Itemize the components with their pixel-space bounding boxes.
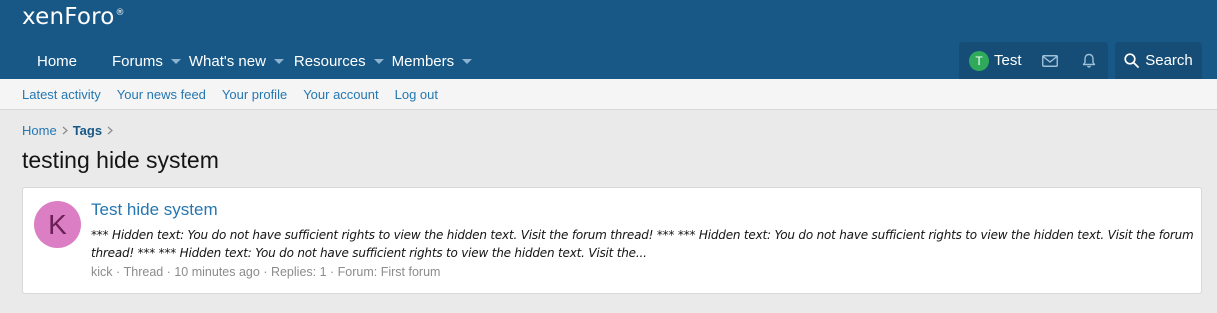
user-nav-group: T Test bbox=[959, 42, 1108, 79]
bell-icon bbox=[1082, 53, 1095, 68]
author-avatar[interactable]: K bbox=[34, 201, 81, 248]
subnav-log-out[interactable]: Log out bbox=[395, 87, 438, 102]
account-username: Test bbox=[994, 52, 1022, 69]
search-result-item: K Test hide system *** Hidden text: You … bbox=[22, 187, 1202, 294]
breadcrumb-home[interactable]: Home bbox=[22, 123, 57, 138]
user-avatar: T bbox=[969, 50, 989, 71]
chevron-right-icon bbox=[102, 124, 118, 138]
nav-forums[interactable]: Forums bbox=[92, 43, 189, 79]
result-time: 10 minutes ago bbox=[174, 265, 260, 279]
nav-resources[interactable]: Resources bbox=[292, 43, 392, 79]
result-title-link[interactable]: Test hide system bbox=[91, 200, 218, 220]
whats-new-dropdown-icon[interactable] bbox=[266, 43, 292, 79]
chevron-right-icon bbox=[57, 124, 73, 138]
search-button[interactable]: Search bbox=[1115, 42, 1202, 79]
site-logo[interactable]: xenForo® bbox=[22, 4, 125, 30]
search-label: Search bbox=[1145, 52, 1193, 69]
forums-dropdown-icon[interactable] bbox=[163, 43, 189, 79]
subnav-news-feed[interactable]: Your news feed bbox=[117, 87, 206, 102]
result-snippet: *** Hidden text: You do not have suffici… bbox=[91, 228, 1194, 260]
subnav-latest-activity[interactable]: Latest activity bbox=[22, 87, 101, 102]
result-author-link[interactable]: kick bbox=[91, 265, 113, 279]
meta-separator: · bbox=[112, 265, 124, 279]
nav-members[interactable]: Members bbox=[392, 43, 481, 79]
result-type: Thread bbox=[123, 265, 164, 279]
envelope-icon bbox=[1041, 54, 1058, 67]
search-icon bbox=[1124, 53, 1140, 68]
meta-separator: · bbox=[326, 265, 338, 279]
breadcrumb: Home Tags bbox=[22, 123, 118, 138]
site-header: xenForo® Home Forums What's new Resource… bbox=[0, 0, 1217, 79]
resources-dropdown-icon[interactable] bbox=[366, 43, 392, 79]
result-forum-link[interactable]: Forum: First forum bbox=[338, 265, 441, 279]
nav-whats-new[interactable]: What's new bbox=[189, 43, 292, 79]
subnav-your-account[interactable]: Your account bbox=[303, 87, 378, 102]
result-replies: Replies: 1 bbox=[270, 265, 327, 279]
account-link[interactable]: T Test bbox=[959, 50, 1030, 71]
main-nav: Home Forums What's new Resources Members bbox=[22, 43, 480, 79]
alerts-button[interactable] bbox=[1069, 42, 1108, 79]
breadcrumb-tags[interactable]: Tags bbox=[73, 123, 102, 138]
inbox-button[interactable] bbox=[1030, 42, 1069, 79]
nav-home[interactable]: Home bbox=[22, 43, 92, 79]
subnav-your-profile[interactable]: Your profile bbox=[222, 87, 287, 102]
members-dropdown-icon[interactable] bbox=[454, 43, 480, 79]
sub-navigation: Latest activity Your news feed Your prof… bbox=[0, 79, 1217, 110]
result-meta: kick · Thread · 10 minutes ago · Replies… bbox=[91, 265, 440, 279]
meta-separator: · bbox=[259, 265, 271, 279]
meta-separator: · bbox=[163, 265, 175, 279]
page-title: testing hide system bbox=[22, 147, 219, 173]
